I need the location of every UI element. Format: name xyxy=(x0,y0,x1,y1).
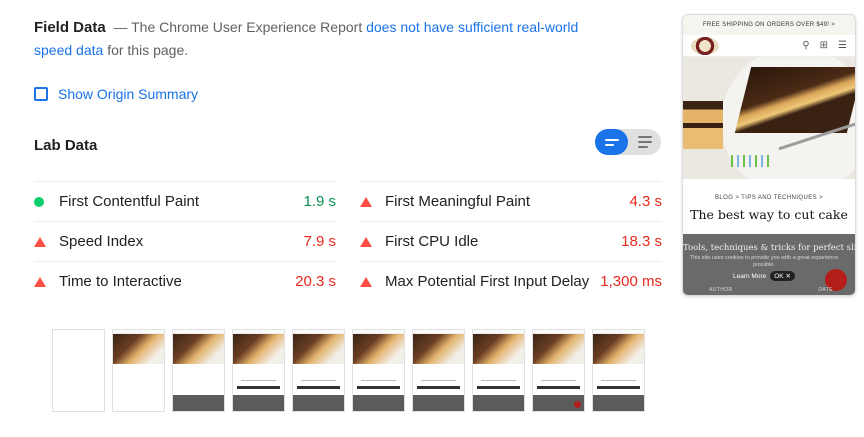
filmstrip-frame xyxy=(472,329,525,412)
close-cookie-button: OK ✕ xyxy=(770,271,795,281)
metric-first-contentful-paint: First Contentful Paint 1.9 s xyxy=(34,181,336,221)
list-view-icon[interactable] xyxy=(628,129,661,155)
final-screenshot: FREE SHIPPING ON ORDERS OVER $49! > ⚲ ⊞ … xyxy=(682,14,856,296)
site-nav: ⚲ ⊞ ☰ xyxy=(683,35,855,57)
fail-triangle-icon xyxy=(360,276,372,287)
metric-name: First CPU Idle xyxy=(385,233,479,250)
menu-icon: ☰ xyxy=(838,40,847,51)
article-title: The best way to cut cake xyxy=(690,207,848,222)
metric-max-potential-fid: Max Potential First Input Delay 1,300 ms xyxy=(360,261,662,301)
checkbox-icon[interactable] xyxy=(34,87,48,101)
lab-data-heading: Lab Data xyxy=(34,137,98,154)
metric-name: First Meaningful Paint xyxy=(385,193,531,210)
fail-triangle-icon xyxy=(360,236,372,247)
origin-summary-toggle[interactable]: Show Origin Summary xyxy=(34,86,198,102)
filmstrip-frame xyxy=(412,329,465,412)
metric-name: Time to Interactive xyxy=(59,273,182,290)
metric-name: First Contentful Paint xyxy=(59,193,200,210)
metric-value: 1.9 s xyxy=(303,193,336,210)
learn-more-link: Learn More xyxy=(733,272,767,280)
bar-view-icon[interactable] xyxy=(595,129,628,155)
field-data-text-after: for this page. xyxy=(107,42,189,58)
metric-value: 7.9 s xyxy=(303,233,336,250)
brand-logo xyxy=(691,36,719,55)
field-data-section: Field Data — The Chrome User Experience … xyxy=(34,16,614,61)
date-label: DATE xyxy=(818,287,833,293)
metric-speed-index: Speed Index 7.9 s xyxy=(34,221,336,261)
metric-name: Max Potential First Input Delay xyxy=(385,273,590,290)
metric-first-cpu-idle: First CPU Idle 18.3 s xyxy=(360,221,662,261)
metric-time-to-interactive: Time to Interactive 20.3 s xyxy=(34,261,336,301)
filmstrip-frame xyxy=(232,329,285,412)
filmstrip-frame xyxy=(52,329,105,412)
filmstrip-frame xyxy=(292,329,345,412)
breadcrumb: BLOG > TIPS AND TECHNIQUES > xyxy=(714,195,823,201)
fail-triangle-icon xyxy=(360,196,372,207)
filmstrip-frame xyxy=(592,329,645,412)
cart-icon: ⊞ xyxy=(819,40,829,51)
filmstrip-frame xyxy=(112,329,165,412)
field-data-text: The Chrome User Experience Report xyxy=(131,19,363,35)
metric-value: 4.3 s xyxy=(629,193,662,210)
fail-triangle-icon xyxy=(34,236,46,247)
view-toggle[interactable] xyxy=(595,129,661,155)
filmstrip-frame xyxy=(352,329,405,412)
field-data-dash: — xyxy=(113,19,128,35)
cookie-text: This site uses cookies to provide you wi… xyxy=(689,255,839,268)
metric-first-meaningful-paint: First Meaningful Paint 4.3 s xyxy=(360,181,662,221)
author-label: AUTHOR xyxy=(709,287,733,293)
filmstrip-frame xyxy=(172,329,225,412)
metric-value: 18.3 s xyxy=(621,233,662,250)
pass-circle-icon xyxy=(34,196,44,207)
article-tagline: Tools, techniques & tricks for perfect s… xyxy=(683,243,856,253)
cookie-actions: Learn More OK ✕ xyxy=(733,271,795,281)
lab-metrics-table: First Contentful Paint 1.9 s First Meani… xyxy=(34,181,662,301)
metric-value: 20.3 s xyxy=(295,273,336,290)
metric-name: Speed Index xyxy=(59,233,144,250)
origin-summary-label[interactable]: Show Origin Summary xyxy=(58,86,198,102)
shipping-banner: FREE SHIPPING ON ORDERS OVER $49! > xyxy=(683,15,855,35)
filmstrip xyxy=(52,329,645,412)
fail-triangle-icon xyxy=(34,276,46,287)
search-icon: ⚲ xyxy=(802,40,810,51)
hero-image xyxy=(683,57,855,179)
byline-labels: AUTHOR DATE xyxy=(683,287,855,293)
filmstrip-frame xyxy=(532,329,585,412)
field-data-heading: Field Data xyxy=(34,19,106,36)
metric-value: 1,300 ms xyxy=(600,273,662,290)
